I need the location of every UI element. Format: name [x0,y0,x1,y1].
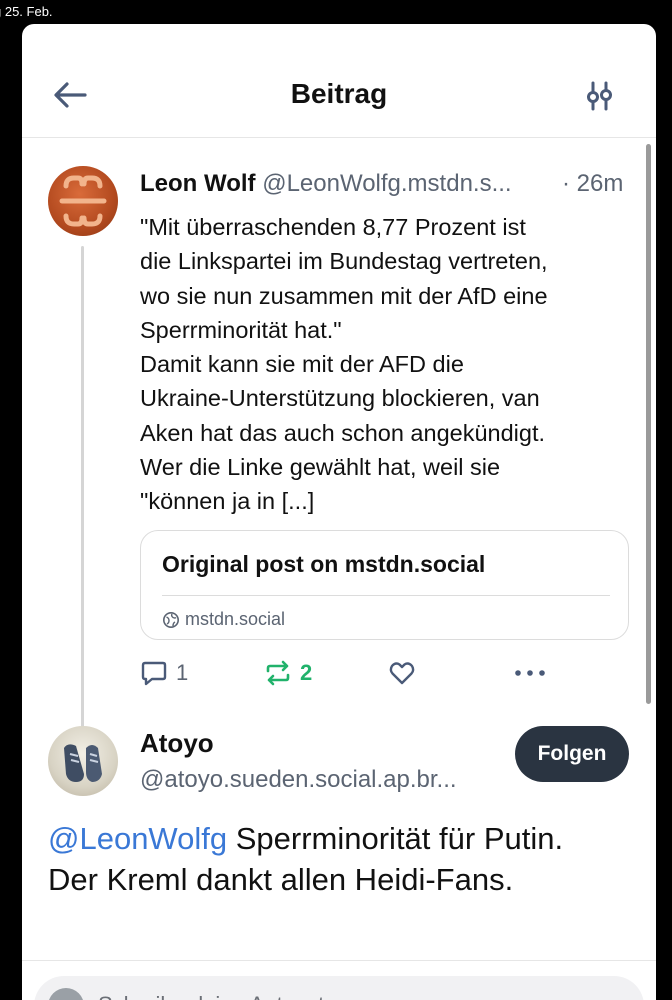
reply-count: 1 [176,660,189,685]
favorite-button[interactable] [388,656,416,690]
link-card-divider [162,595,610,596]
settings-button[interactable] [582,78,618,114]
boost-icon [266,660,290,686]
heart-icon [389,662,415,685]
post-line: Aken hat das auch schon angekündigt. [140,419,546,446]
author-name[interactable]: Leon Wolf [140,170,256,197]
scrollbar[interactable] [646,144,651,704]
post-line: Damit kann sie mit der AFD die [140,351,464,378]
status-bar: g 25. Feb. [0,0,672,24]
post-detail-sheet: Beitrag Leon Wolf @LeonWolfg.mstdn.s... … [22,24,656,1000]
author-handle[interactable]: @LeonWolfg.mstdn.s... [262,170,511,197]
status-date: g 25. Feb. [0,4,53,19]
reply-content: @LeonWolfg Sperrminorität für Putin. Der… [48,818,638,900]
sliders-icon [587,81,612,111]
mention-link[interactable]: @LeonWolfg [48,821,227,856]
post-action-bar: 1 2 [140,656,630,690]
more-options-button[interactable] [514,656,546,690]
post-line: Sperrminorität hat." [140,316,342,343]
globe-icon [163,611,179,628]
link-card-title: Original post on mstdn.social [162,551,486,577]
avatar [48,988,84,1000]
page-title: Beitrag [290,78,388,109]
reply-bubble-icon [141,661,167,686]
link-preview-card[interactable]: Original post on mstdn.social mstdn.soci… [140,530,629,640]
reply-composer[interactable]: Schreibe deine Antwort ... [34,976,644,1000]
boost-count: 2 [300,660,313,685]
link-card-domain-row: mstdn.social [162,609,285,630]
thread-connector [81,246,84,740]
composer-divider [22,960,656,961]
post-line: "können ja in [...] [140,488,315,515]
reply-text: Der Kreml dankt allen Heidi-Fans. [48,862,514,897]
reply-author-handle[interactable]: @atoyo.sueden.social.ap.br... [140,766,457,794]
boost-button[interactable]: 2 [264,656,312,690]
avatar[interactable] [48,726,118,796]
post-author-line: Leon Wolf @LeonWolfg.mstdn.s... [140,170,630,198]
post-line: die Linkspartei im Bundestag vertreten, [140,248,548,275]
avatar-pattern-icon [59,175,107,227]
reply-button[interactable]: 1 [140,656,188,690]
post-line: "Mit überraschenden 8,77 Prozent ist [140,214,526,240]
shoes-photo-icon [64,744,102,782]
composer-placeholder: Schreibe deine Antwort ... [98,992,349,1000]
post-content: "Mit überraschenden 8,77 Prozent ist die… [140,210,630,519]
reply-text: Sperrminorität für Putin. [227,821,564,856]
post-line: Ukraine-Unterstützung blockieren, van [140,385,540,412]
follow-button[interactable]: Folgen [515,726,629,782]
post-line: wo sie nun zusammen mit der AfD eine [140,282,548,309]
reply-author-name[interactable]: Atoyo [140,728,214,759]
top-bar: Beitrag [22,24,656,138]
avatar[interactable] [48,166,118,236]
ellipsis-icon [515,670,545,676]
post-line: Wer die Linke gewählt hat, weil sie [140,454,501,481]
post-timestamp: · 26m [558,170,624,198]
link-card-domain: mstdn.social [185,609,286,629]
